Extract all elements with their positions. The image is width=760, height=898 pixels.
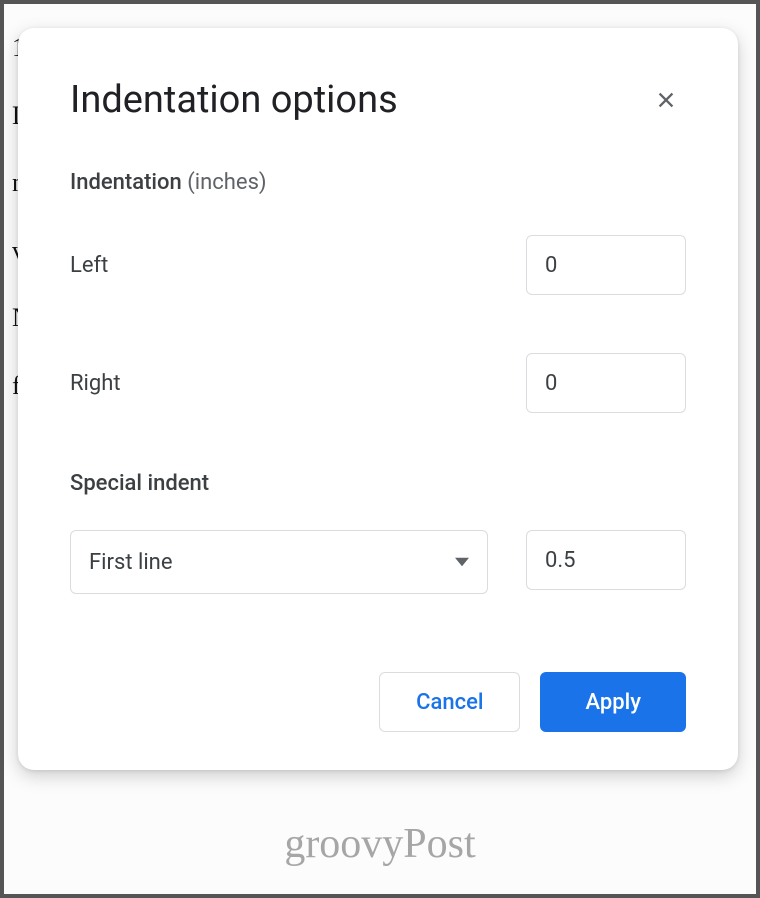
left-indent-input[interactable] bbox=[526, 235, 686, 295]
dialog-footer: Cancel Apply bbox=[70, 672, 686, 732]
special-indent-section: Special indent First line bbox=[70, 471, 686, 594]
left-indent-row: Left bbox=[70, 235, 686, 295]
cancel-button[interactable]: Cancel bbox=[379, 672, 520, 732]
special-indent-value-input[interactable] bbox=[526, 530, 686, 590]
dialog-title: Indentation options bbox=[70, 78, 398, 122]
close-button[interactable] bbox=[646, 80, 686, 120]
right-indent-row: Right bbox=[70, 353, 686, 413]
section-label-text: Indentation bbox=[70, 170, 182, 195]
apply-button[interactable]: Apply bbox=[540, 672, 686, 732]
special-indent-label: Special indent bbox=[70, 471, 686, 496]
indentation-section-label: Indentation (inches) bbox=[70, 170, 686, 195]
chevron-down-icon bbox=[455, 555, 469, 569]
right-label: Right bbox=[70, 371, 121, 396]
indentation-options-dialog: Indentation options Indentation (inches)… bbox=[18, 28, 738, 770]
close-icon bbox=[655, 89, 677, 111]
section-unit: (inches) bbox=[187, 170, 266, 195]
dialog-header: Indentation options bbox=[70, 78, 686, 122]
left-label: Left bbox=[70, 253, 108, 278]
special-indent-row: First line bbox=[70, 530, 686, 594]
special-indent-select[interactable]: First line bbox=[70, 530, 488, 594]
right-indent-input[interactable] bbox=[526, 353, 686, 413]
special-indent-selected: First line bbox=[89, 550, 173, 575]
